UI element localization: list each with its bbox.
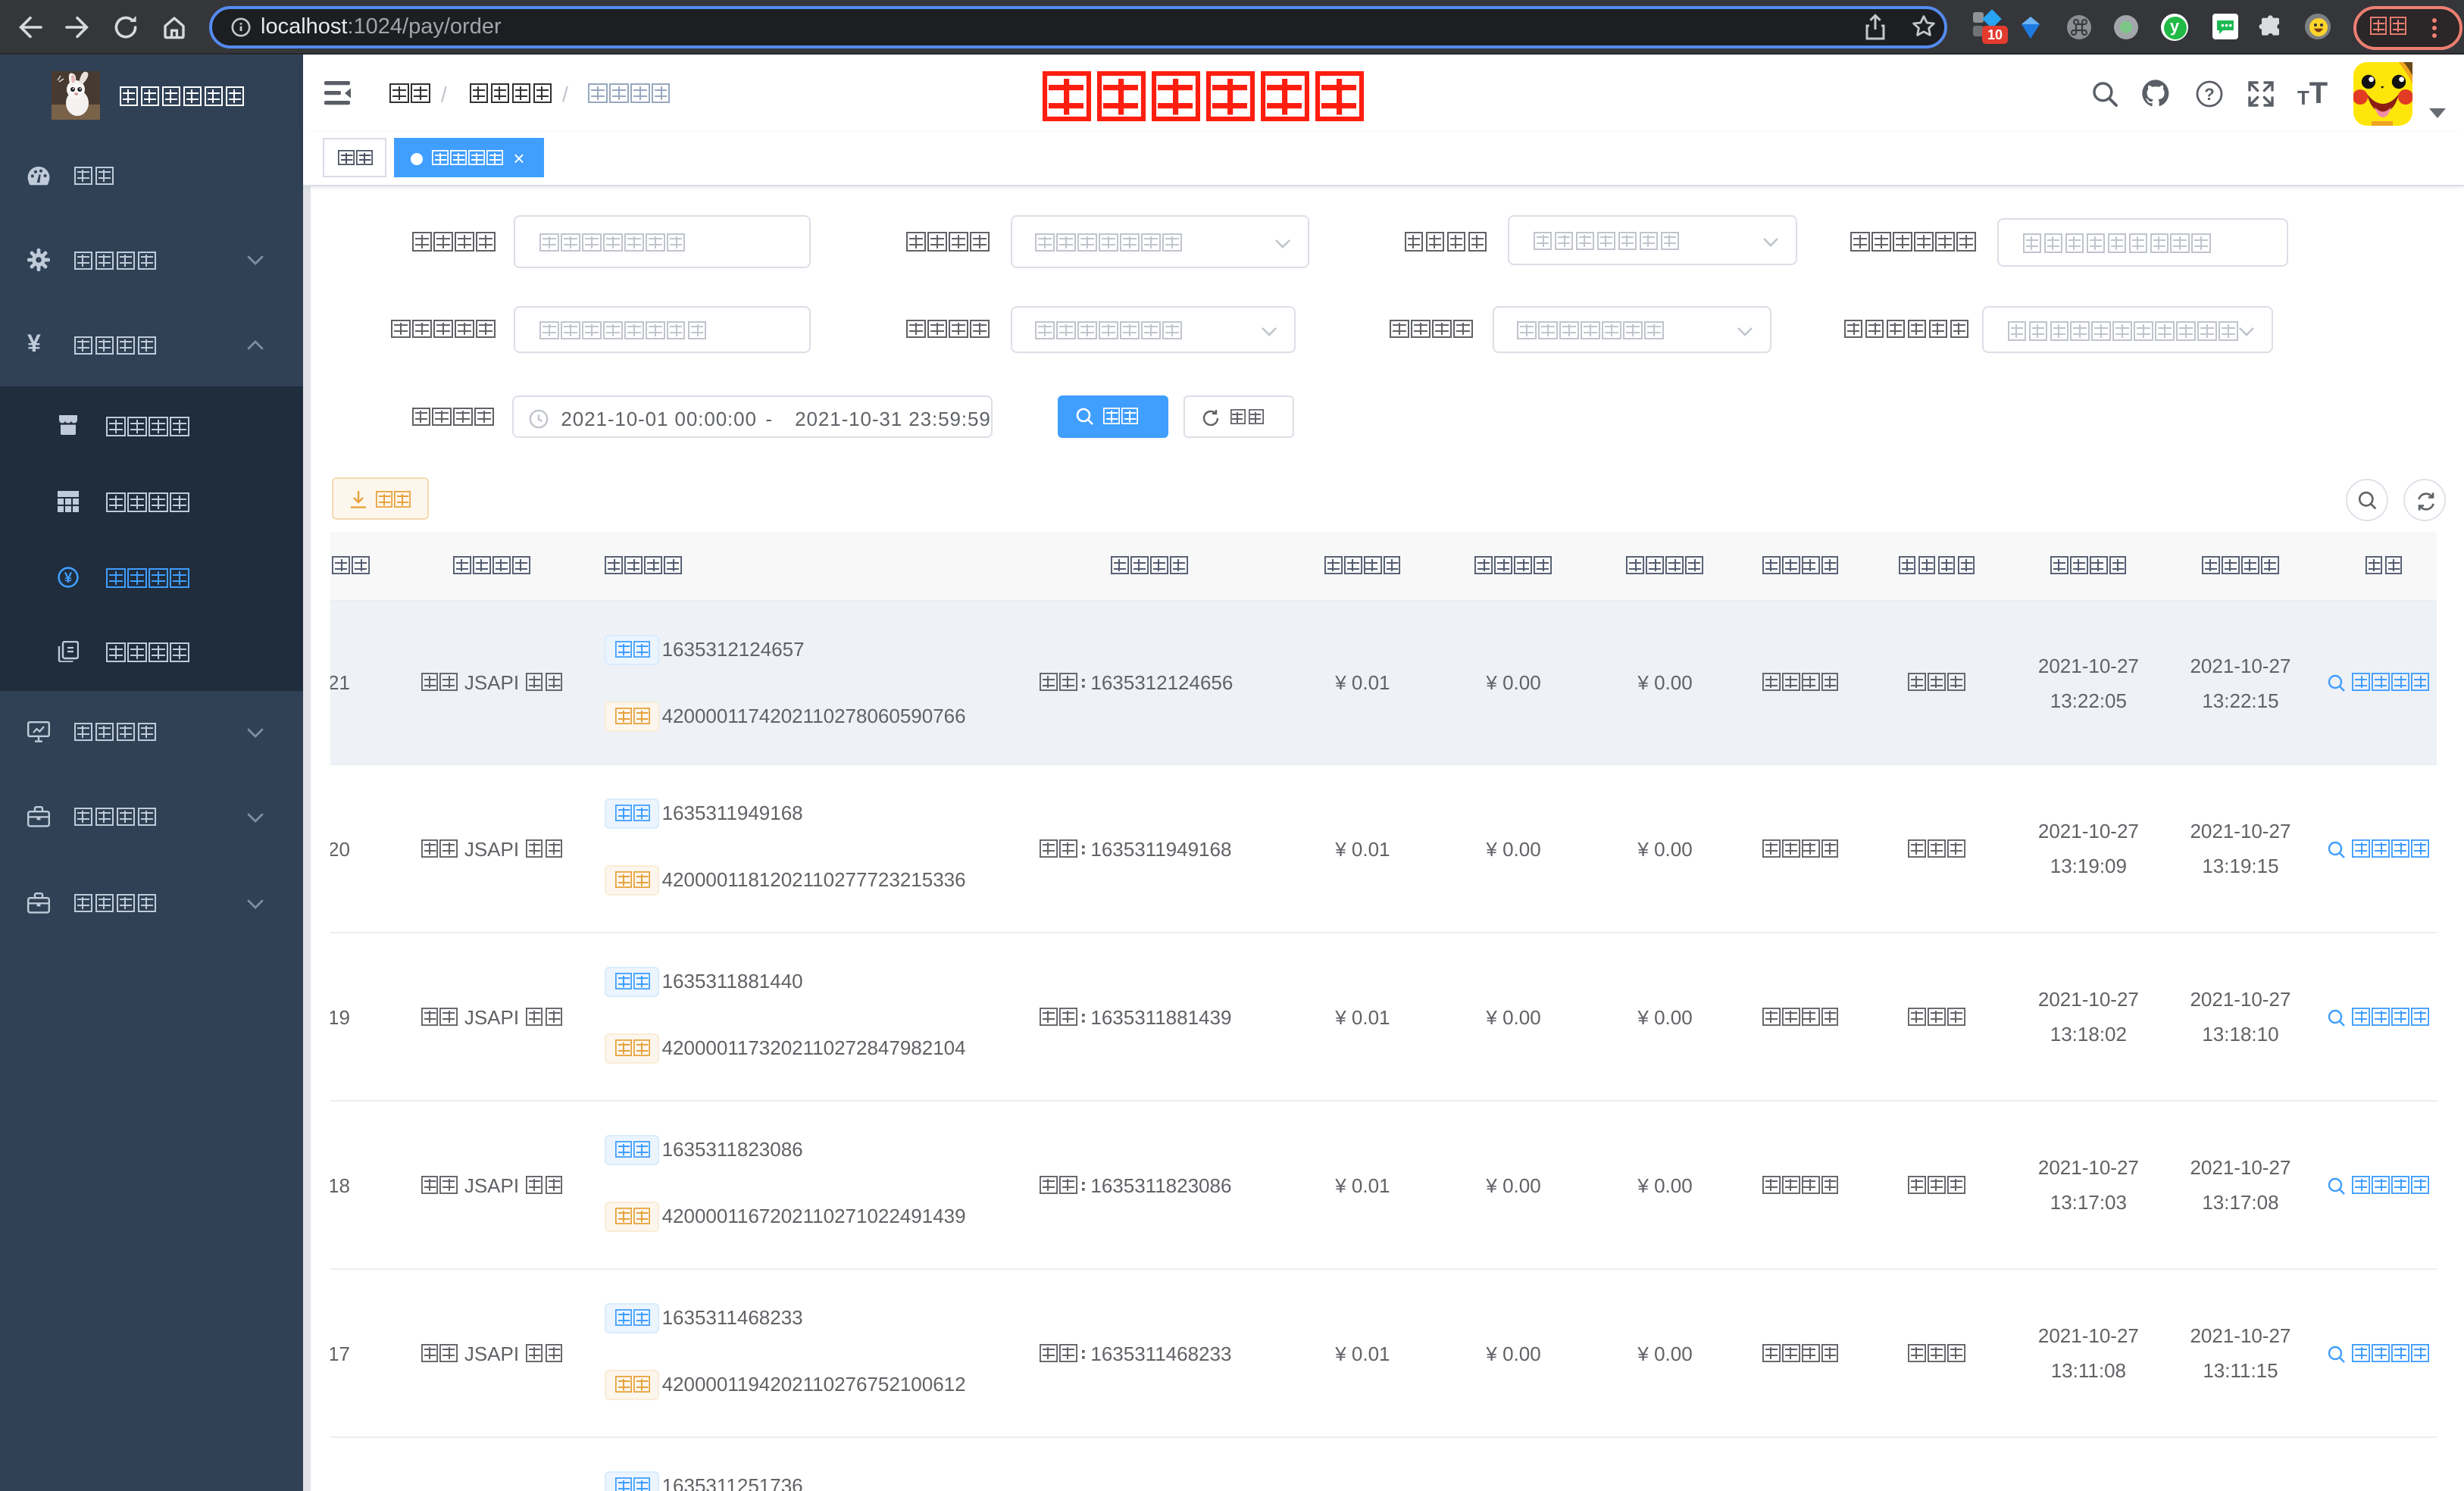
svg-text:?: ?: [2204, 85, 2214, 104]
svg-text:¥: ¥: [64, 570, 73, 586]
